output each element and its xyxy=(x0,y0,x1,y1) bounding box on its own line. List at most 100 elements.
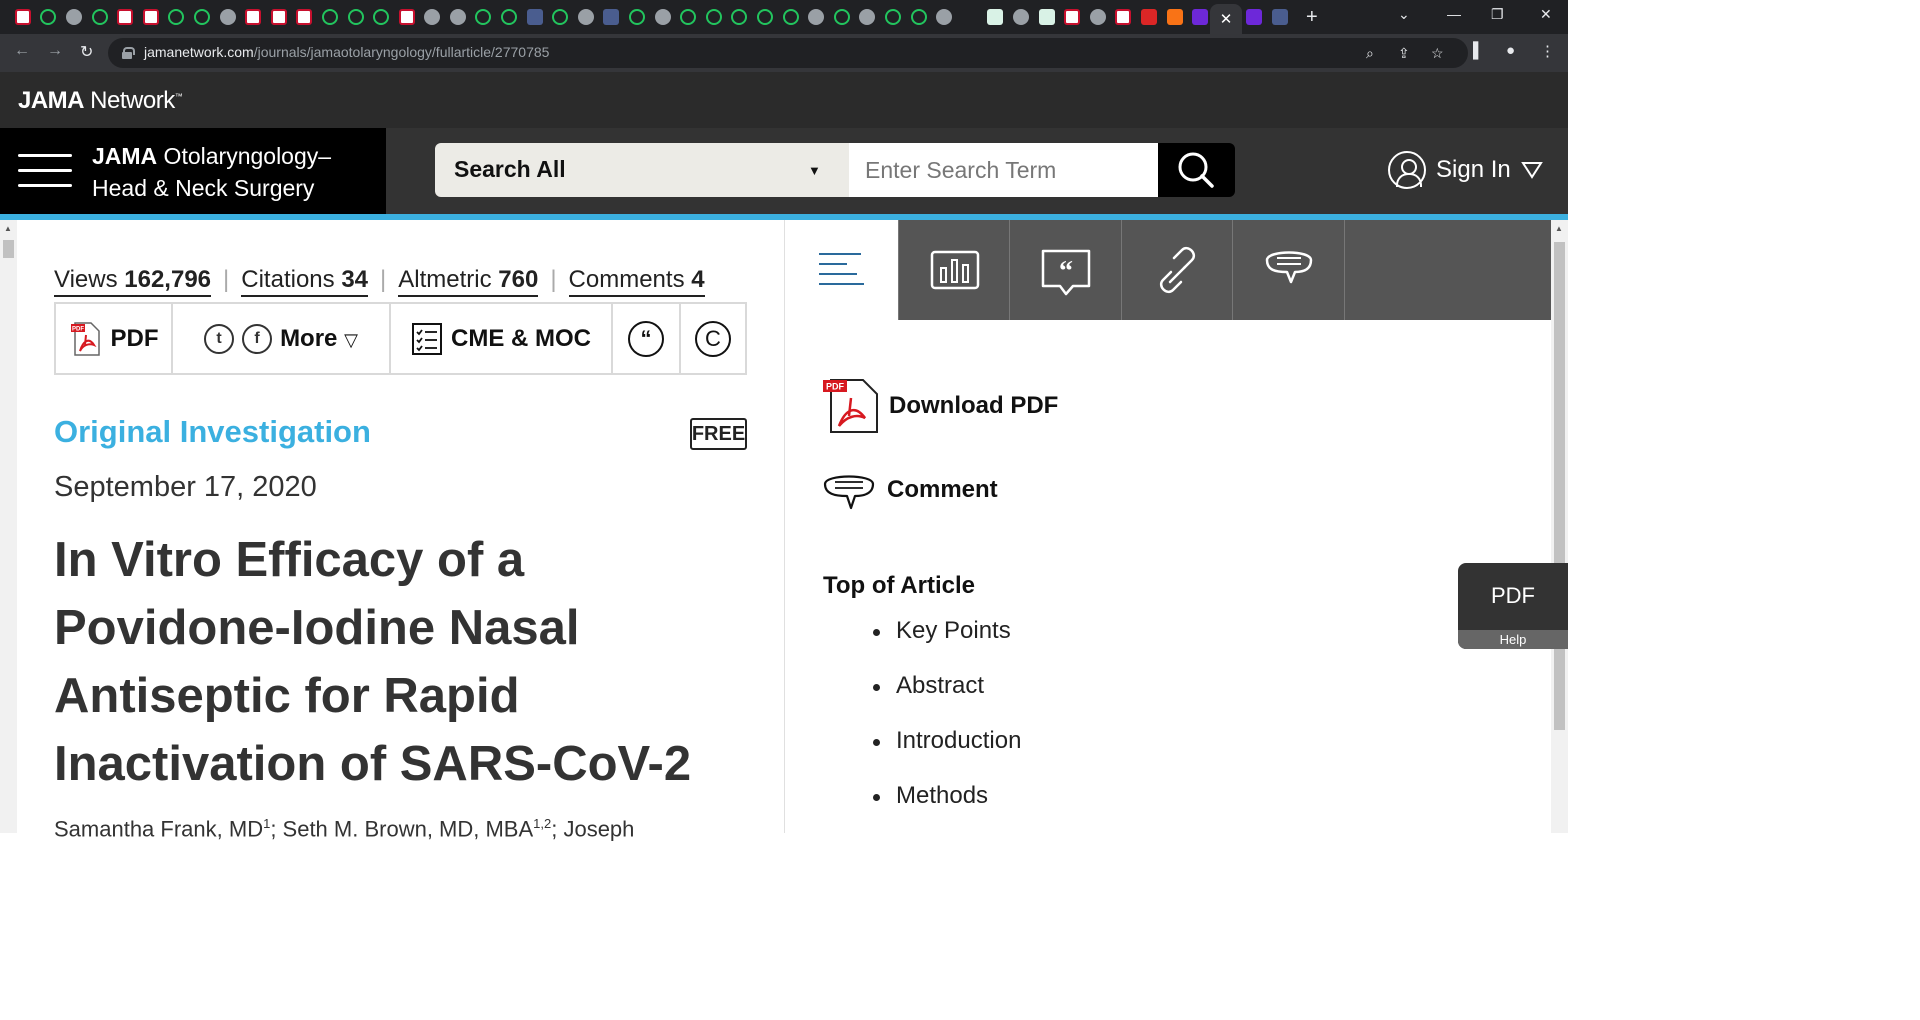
tab-favicon-grid-icon[interactable] xyxy=(1034,6,1060,28)
tab-favicon-globe-icon[interactable] xyxy=(650,6,676,28)
tab-favicon-play-icon[interactable] xyxy=(829,6,855,28)
tab-favicon-bi-icon[interactable] xyxy=(292,6,318,28)
tab-table-of-contents[interactable] xyxy=(785,220,898,320)
tab-favicon-globe-icon[interactable] xyxy=(1008,6,1034,28)
tab-favicon-play-icon[interactable] xyxy=(368,6,394,28)
search-input[interactable] xyxy=(849,143,1158,197)
right-scrollbar-thumb[interactable] xyxy=(1554,242,1565,730)
tab-favicon-globe-icon[interactable] xyxy=(215,6,241,28)
tab-favicon-bi-icon[interactable] xyxy=(1059,6,1085,28)
download-pdf-link[interactable]: PDF Download PDF xyxy=(821,376,1058,436)
tab-favicon-play-icon[interactable] xyxy=(624,6,650,28)
tab-favicon-bookmark-icon[interactable] xyxy=(1162,6,1188,28)
tab-favicon-play-icon[interactable] xyxy=(752,6,778,28)
tab-favicon-grid-icon[interactable] xyxy=(983,6,1009,28)
views-metric[interactable]: Views 162,796 xyxy=(54,266,212,297)
tab-favicon-play-icon[interactable] xyxy=(727,6,753,28)
author-link[interactable]: Samantha Frank, MD xyxy=(54,816,263,841)
sign-in-button[interactable]: Sign In xyxy=(1388,150,1543,190)
pdf-button[interactable]: PDF PDF xyxy=(56,304,173,373)
tab-favicon-play-icon[interactable] xyxy=(496,6,522,28)
tab-favicon-globe-icon[interactable] xyxy=(803,6,829,28)
active-tab[interactable]: ✕ xyxy=(1210,4,1242,34)
cite-button[interactable]: “ xyxy=(613,304,681,373)
restore-icon[interactable]: ❐ xyxy=(1491,6,1504,23)
forward-arrow-icon[interactable]: → xyxy=(47,42,63,60)
altmetric-metric[interactable]: Altmetric 760 xyxy=(398,266,539,297)
tab-favicon-globe-icon[interactable] xyxy=(1085,6,1111,28)
tab-favicon-bi-icon[interactable] xyxy=(266,6,292,28)
permissions-button[interactable]: C xyxy=(681,304,745,373)
left-scrollbar-thumb[interactable] xyxy=(3,240,14,258)
tab-favicon-play-icon[interactable] xyxy=(343,6,369,28)
tab-favicon-arrow-icon[interactable] xyxy=(599,6,625,28)
citations-metric[interactable]: Citations 34 xyxy=(241,266,369,297)
toc-item-methods[interactable]: Methods xyxy=(873,782,1021,837)
tab-favicon-bi-icon[interactable] xyxy=(112,6,138,28)
tab-favicon-play-icon[interactable] xyxy=(778,6,804,28)
tab-favicon-arrow-icon[interactable] xyxy=(1267,6,1293,28)
lock-icon[interactable] xyxy=(122,47,135,59)
left-scrollbar[interactable]: ▲ xyxy=(0,220,17,833)
tab-favicon-bi-icon[interactable] xyxy=(10,6,36,28)
pdf-help-widget[interactable]: PDF Help xyxy=(1458,563,1568,649)
browser-menu-icon[interactable]: ⋮ xyxy=(1540,42,1555,60)
tab-favicon-bi-icon[interactable] xyxy=(1111,6,1137,28)
scroll-up-arrow-icon[interactable]: ▲ xyxy=(1555,224,1563,233)
tab-favicon-play-icon[interactable] xyxy=(880,6,906,28)
close-tab-icon[interactable]: ✕ xyxy=(1220,10,1233,28)
hamburger-menu-icon[interactable] xyxy=(18,154,72,188)
search-scope-select[interactable]: Search All ▼ xyxy=(435,143,849,197)
bookmark-star-icon[interactable]: ☆ xyxy=(1431,45,1444,62)
help-button[interactable]: Help xyxy=(1458,630,1568,649)
tab-favicon-play-icon[interactable] xyxy=(701,6,727,28)
search-button[interactable] xyxy=(1158,143,1235,197)
new-tab-button[interactable]: + xyxy=(1306,6,1318,28)
tab-comments[interactable] xyxy=(1232,220,1344,320)
tab-favicon-bi-icon[interactable] xyxy=(240,6,266,28)
address-bar[interactable]: jamanetwork.com/journals/jamaotolaryngol… xyxy=(108,38,1468,68)
close-window-icon[interactable]: ✕ xyxy=(1540,6,1552,23)
profile-icon[interactable]: ● xyxy=(1506,42,1515,59)
tab-favicon-play-icon[interactable] xyxy=(164,6,190,28)
tab-favicon-play-icon[interactable] xyxy=(317,6,343,28)
tab-favicon-arrow-icon[interactable] xyxy=(522,6,548,28)
more-button[interactable]: More ▽ xyxy=(280,325,358,353)
side-panel-icon[interactable]: ▌ xyxy=(1473,42,1484,59)
minimize-icon[interactable]: — xyxy=(1447,6,1461,22)
tab-favicon-yahoo-icon[interactable] xyxy=(1241,6,1267,28)
tab-favicon-globe-icon[interactable] xyxy=(420,6,446,28)
tab-favicon-red-icon[interactable] xyxy=(1136,6,1162,28)
tab-favicon-play-icon[interactable] xyxy=(87,6,113,28)
back-arrow-icon[interactable]: ← xyxy=(14,42,30,60)
jama-network-logo[interactable]: JAMA Network™ xyxy=(18,87,183,115)
tab-favicon-bi-icon[interactable] xyxy=(138,6,164,28)
tab-favicon-play-icon[interactable] xyxy=(675,6,701,28)
affiliation-sup[interactable]: 1,2 xyxy=(533,816,551,831)
tab-cite[interactable]: “ xyxy=(1009,220,1121,320)
comments-metric[interactable]: Comments 4 xyxy=(568,266,705,297)
toc-item-abstract[interactable]: Abstract xyxy=(873,672,1021,727)
tab-favicon-play-icon[interactable] xyxy=(547,6,573,28)
tab-favicon-globe-icon[interactable] xyxy=(445,6,471,28)
url-text[interactable]: jamanetwork.com/journals/jamaotolaryngol… xyxy=(144,44,549,60)
tab-favicon-globe-icon[interactable] xyxy=(931,6,957,28)
twitter-icon[interactable]: t xyxy=(204,323,235,354)
article-type-label[interactable]: Original Investigation xyxy=(54,414,371,450)
tab-favicon-globe-icon[interactable] xyxy=(61,6,87,28)
zoom-icon[interactable]: ⌕ xyxy=(1366,45,1374,62)
tab-favicon-play-icon[interactable] xyxy=(906,6,932,28)
cme-moc-button[interactable]: CME & MOC xyxy=(391,304,613,373)
tab-favicon-play-icon[interactable] xyxy=(189,6,215,28)
facebook-icon[interactable]: f xyxy=(242,323,273,354)
author-link[interactable]: ; Seth M. Brown, MD, MBA xyxy=(270,816,533,841)
scroll-up-arrow-icon[interactable]: ▲ xyxy=(4,224,12,233)
tab-favicon-globe-icon[interactable] xyxy=(573,6,599,28)
right-scrollbar[interactable]: ▲ xyxy=(1551,220,1568,833)
tab-search-chevron-icon[interactable]: ⌄ xyxy=(1398,6,1410,23)
tab-favicon-globe-icon[interactable] xyxy=(855,6,881,28)
tab-figures[interactable] xyxy=(898,220,1009,320)
toc-item-key-points[interactable]: Key Points xyxy=(873,617,1021,672)
reload-icon[interactable]: ↻ xyxy=(80,42,93,62)
share-icon[interactable]: ⇪ xyxy=(1398,45,1410,62)
